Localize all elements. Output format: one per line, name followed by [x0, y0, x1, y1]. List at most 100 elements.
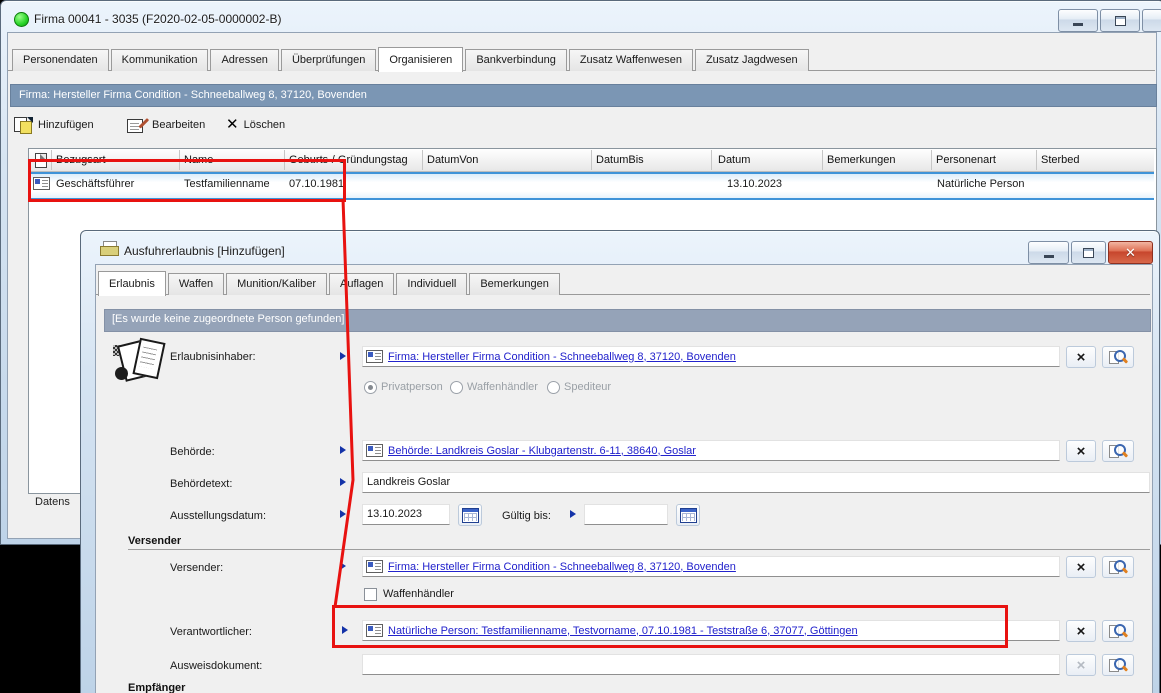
col-sterbedatum[interactable]: Sterbed — [1041, 154, 1080, 166]
loeschen-label: Löschen — [244, 119, 286, 131]
firma-maximize-button[interactable] — [1100, 9, 1140, 32]
tab-munition-kaliber[interactable]: Munition/Kaliber — [226, 273, 327, 295]
versender-link[interactable]: Firma: Hersteller Firma Condition - Schn… — [388, 561, 736, 573]
dialog-minimize-button[interactable] — [1028, 241, 1069, 264]
person-card-icon — [366, 560, 383, 573]
row-type-column-icon — [35, 153, 47, 168]
behoerde-search-button[interactable] — [1102, 440, 1134, 462]
radio-spediteur-label: Spediteur — [564, 381, 611, 393]
clear-x-icon: × — [1077, 560, 1086, 575]
tab-personendaten[interactable]: Personendaten — [12, 49, 109, 71]
waffenhaendler-checkbox-label: Waffenhändler — [383, 588, 454, 600]
tab-erlaubnis[interactable]: Erlaubnis — [98, 271, 166, 296]
gueltig-bis-calendar-button[interactable] — [676, 504, 700, 526]
ausstellungsdatum-calendar-button[interactable] — [458, 504, 482, 526]
verantwortlicher-label: Verantwortlicher: — [170, 626, 252, 638]
tab-individuell[interactable]: Individuell — [396, 273, 467, 295]
field-arrow-icon — [340, 510, 346, 518]
loeschen-button[interactable]: ✕ Löschen — [226, 117, 285, 132]
col-gruendungstag[interactable]: Geburts-/ Gründungstag — [289, 154, 408, 166]
dialog-tabstrip: Erlaubnis Waffen Munition/Kaliber Auflag… — [98, 270, 562, 295]
ausstellungsdatum-input[interactable]: 13.10.2023 — [362, 504, 450, 525]
tab-waffen[interactable]: Waffen — [168, 273, 224, 295]
verantwortlicher-link[interactable]: Natürliche Person: Testfamilienname, Tes… — [388, 625, 858, 637]
dialog-close-button[interactable]: ✕ — [1108, 241, 1153, 264]
erlaubnisinhaber-clear-button[interactable]: × — [1066, 346, 1096, 368]
empfaenger-section-header: Empfänger — [128, 682, 185, 693]
bearbeiten-button[interactable]: Bearbeiten — [127, 117, 205, 133]
gueltig-bis-input[interactable] — [584, 504, 668, 525]
versender-label: Versender: — [170, 562, 223, 574]
versender-clear-button[interactable]: × — [1066, 556, 1096, 578]
cell-personenart: Natürliche Person — [937, 178, 1024, 190]
clear-x-icon: × — [1077, 350, 1086, 365]
behoerde-label: Behörde: — [170, 446, 215, 458]
maximize-icon — [1083, 248, 1094, 258]
verantwortlicher-clear-button[interactable]: × — [1066, 620, 1096, 642]
col-datumvon[interactable]: DatumVon — [427, 154, 478, 166]
behoerde-field[interactable]: Behörde: Landkreis Goslar - Klubgartenst… — [362, 440, 1060, 461]
tab-auflagen[interactable]: Auflagen — [329, 273, 394, 295]
hinzufuegen-button[interactable]: Hinzufügen — [13, 117, 94, 133]
cell-bezugsart: Geschäftsführer — [56, 178, 134, 190]
ausweisdokument-search-button[interactable] — [1102, 654, 1134, 676]
erlaubnisinhaber-search-button[interactable] — [1102, 346, 1134, 368]
calendar-icon — [680, 508, 697, 523]
magnifier-icon — [1109, 350, 1127, 365]
tab-zusatz-jagdwesen[interactable]: Zusatz Jagdwesen — [695, 49, 809, 71]
record-status-green-icon — [14, 12, 29, 27]
gueltig-bis-label: Gültig bis: — [502, 510, 551, 522]
firma-tabstrip: Personendaten Kommunikation Adressen Übe… — [12, 46, 811, 71]
envelope-icon — [100, 241, 119, 256]
ausweisdokument-label: Ausweisdokument: — [170, 660, 262, 672]
cell-datum: 13.10.2023 — [727, 178, 782, 190]
dialog-maximize-button[interactable] — [1071, 241, 1106, 264]
tab-bankverbindung[interactable]: Bankverbindung — [465, 49, 567, 71]
radio-waffenhaendler[interactable] — [450, 381, 463, 394]
radio-privatperson[interactable] — [364, 381, 377, 394]
versender-search-button[interactable] — [1102, 556, 1134, 578]
behoerde-link[interactable]: Behörde: Landkreis Goslar - Klubgartenst… — [388, 445, 696, 457]
ausweisdokument-clear-button[interactable]: × — [1066, 654, 1096, 676]
tab-zusatz-waffenwesen[interactable]: Zusatz Waffenwesen — [569, 49, 693, 71]
status-text: Datens — [35, 496, 70, 508]
verantwortlicher-search-button[interactable] — [1102, 620, 1134, 642]
versender-field[interactable]: Firma: Hersteller Firma Condition - Schn… — [362, 556, 1060, 577]
info-bar: [Es wurde keine zugeordnete Person gefun… — [104, 309, 1151, 332]
clear-x-icon: × — [1077, 624, 1086, 639]
tab-organisieren[interactable]: Organisieren — [378, 47, 463, 72]
ausstellungsdatum-label: Ausstellungsdatum: — [170, 510, 266, 522]
field-arrow-icon — [340, 478, 346, 486]
col-bemerkungen[interactable]: Bemerkungen — [827, 154, 896, 166]
behoerde-clear-button[interactable]: × — [1066, 440, 1096, 462]
erlaubnisinhaber-link[interactable]: Firma: Hersteller Firma Condition - Schn… — [388, 351, 736, 363]
minimize-icon — [1073, 23, 1083, 26]
field-arrow-icon — [340, 446, 346, 454]
verantwortlicher-field[interactable]: Natürliche Person: Testfamilienname, Tes… — [362, 620, 1060, 641]
behoerdetext-input[interactable]: Landkreis Goslar — [362, 472, 1150, 493]
col-bezugsart[interactable]: Bezugsart — [56, 154, 106, 166]
hinzufuegen-label: Hinzufügen — [38, 119, 94, 131]
field-arrow-icon — [340, 352, 346, 360]
ausweisdokument-input[interactable] — [362, 654, 1060, 675]
magnifier-icon — [1109, 624, 1127, 639]
firma-minimize-button[interactable] — [1058, 9, 1098, 32]
firma-window-title: Firma 00041 - 3035 (F2020-02-05-0000002-… — [34, 12, 281, 26]
tab-bemerkungen[interactable]: Bemerkungen — [469, 273, 560, 295]
tab-adressen[interactable]: Adressen — [210, 49, 278, 71]
add-record-icon — [13, 117, 33, 133]
magnifier-icon — [1109, 560, 1127, 575]
permit-documents-icon — [112, 337, 166, 383]
col-name[interactable]: Name — [184, 154, 213, 166]
waffenhaendler-checkbox[interactable] — [364, 588, 377, 601]
col-datumbis[interactable]: DatumBis — [596, 154, 644, 166]
minimize-icon — [1044, 255, 1054, 258]
tab-kommunikation[interactable]: Kommunikation — [111, 49, 209, 71]
tab-ueberpruefungen[interactable]: Überprüfungen — [281, 49, 376, 71]
col-personenart[interactable]: Personenart — [936, 154, 996, 166]
radio-spediteur[interactable] — [547, 381, 560, 394]
erlaubnisinhaber-field[interactable]: Firma: Hersteller Firma Condition - Schn… — [362, 346, 1060, 367]
firma-close-button[interactable] — [1142, 9, 1161, 32]
col-datum[interactable]: Datum — [718, 154, 750, 166]
bearbeiten-label: Bearbeiten — [152, 119, 205, 131]
